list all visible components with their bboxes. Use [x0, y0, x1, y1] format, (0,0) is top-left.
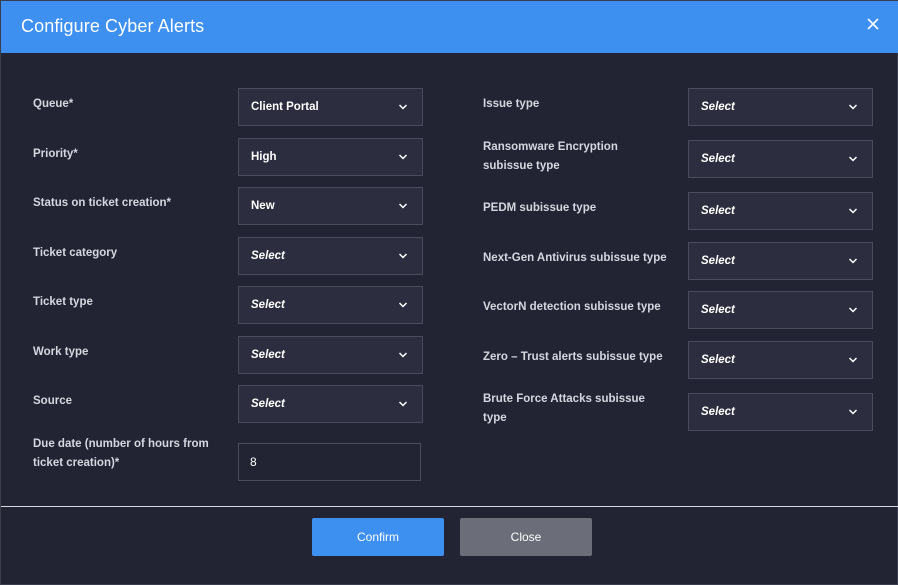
- vectorn-subissue-value: Select: [701, 304, 735, 316]
- issue-type-label: Issue type: [483, 98, 540, 110]
- nextgen-antivirus-subissue-label: Next-Gen Antivirus subissue type: [483, 252, 667, 264]
- nextgen-antivirus-subissue-select[interactable]: Select: [688, 242, 873, 280]
- chevron-down-icon: [398, 352, 408, 358]
- confirm-button[interactable]: Confirm: [312, 518, 444, 556]
- brute-force-subissue-value: Select: [701, 406, 735, 418]
- source-value: Select: [251, 398, 285, 410]
- status-select[interactable]: New: [238, 187, 423, 225]
- close-icon[interactable]: [865, 16, 881, 32]
- queue-label: Queue*: [33, 98, 74, 110]
- dialog-title: Configure Cyber Alerts: [21, 16, 205, 36]
- priority-value: High: [251, 151, 277, 163]
- vectorn-subissue-label: VectorN detection subissue type: [483, 301, 661, 313]
- due-date-input[interactable]: [238, 443, 421, 481]
- work-type-label: Work type: [33, 346, 89, 358]
- configure-cyber-alerts-dialog: Configure Cyber Alerts Queue* Client Por…: [0, 0, 898, 585]
- chevron-down-icon: [398, 302, 408, 308]
- chevron-down-icon: [398, 104, 408, 110]
- queue-select[interactable]: Client Portal: [238, 88, 423, 126]
- nextgen-antivirus-subissue-value: Select: [701, 255, 735, 267]
- source-select[interactable]: Select: [238, 385, 423, 423]
- work-type-value: Select: [251, 349, 285, 361]
- chevron-down-icon: [848, 258, 858, 264]
- ticket-category-label: Ticket category: [33, 247, 118, 259]
- chevron-down-icon: [848, 307, 858, 313]
- vectorn-subissue-select[interactable]: Select: [688, 291, 873, 329]
- zero-trust-subissue-select[interactable]: Select: [688, 341, 873, 379]
- due-date-label: Due date (number of hours from ticket cr…: [33, 438, 209, 469]
- pedm-subissue-label: PEDM subissue type: [483, 202, 597, 214]
- ransomware-subissue-value: Select: [701, 153, 735, 165]
- chevron-down-icon: [848, 409, 858, 415]
- ransomware-subissue-select[interactable]: Select: [688, 140, 873, 178]
- chevron-down-icon: [848, 208, 858, 214]
- pedm-subissue-value: Select: [701, 205, 735, 217]
- brute-force-subissue-select[interactable]: Select: [688, 393, 873, 431]
- queue-value: Client Portal: [251, 101, 319, 113]
- brute-force-subissue-label: Brute Force Attacks subissue type: [483, 393, 645, 424]
- chevron-down-icon: [398, 253, 408, 259]
- status-label: Status on ticket creation*: [33, 197, 172, 209]
- ticket-type-select[interactable]: Select: [238, 286, 423, 324]
- priority-select[interactable]: High: [238, 138, 423, 176]
- chevron-down-icon: [398, 401, 408, 407]
- ransomware-subissue-label: Ransomware Encryption subissue type: [483, 141, 618, 172]
- status-value: New: [251, 200, 275, 212]
- priority-label: Priority*: [33, 148, 78, 160]
- chevron-down-icon: [398, 154, 408, 160]
- chevron-down-icon: [848, 104, 858, 110]
- source-label: Source: [33, 395, 72, 407]
- footer-divider: [1, 506, 898, 507]
- zero-trust-subissue-value: Select: [701, 354, 735, 366]
- work-type-select[interactable]: Select: [238, 336, 423, 374]
- chevron-down-icon: [848, 156, 858, 162]
- chevron-down-icon: [848, 357, 858, 363]
- ticket-category-value: Select: [251, 250, 285, 262]
- issue-type-value: Select: [701, 101, 735, 113]
- zero-trust-subissue-label: Zero – Trust alerts subissue type: [483, 351, 663, 363]
- ticket-category-select[interactable]: Select: [238, 237, 423, 275]
- dialog-header: Configure Cyber Alerts: [1, 1, 898, 53]
- ticket-type-value: Select: [251, 299, 285, 311]
- pedm-subissue-select[interactable]: Select: [688, 192, 873, 230]
- ticket-type-label: Ticket type: [33, 296, 93, 308]
- close-button[interactable]: Close: [460, 518, 592, 556]
- issue-type-select[interactable]: Select: [688, 88, 873, 126]
- chevron-down-icon: [398, 203, 408, 209]
